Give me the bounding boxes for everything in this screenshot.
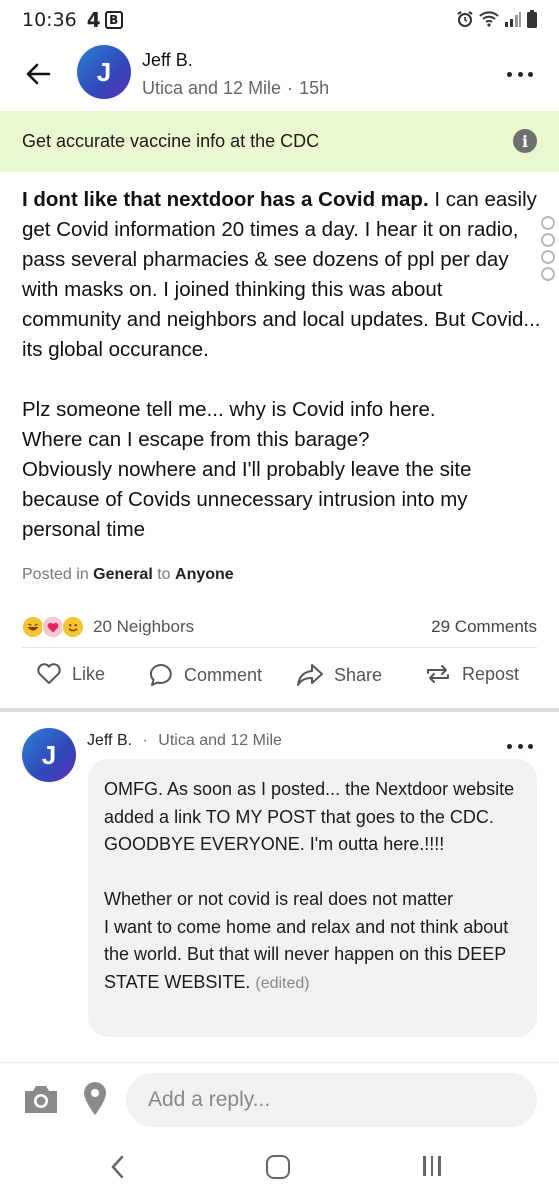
post-category[interactable]: General bbox=[93, 566, 153, 583]
comment-item: J Jeff B. · Utica and 12 Mile OMFG. As s… bbox=[0, 712, 559, 1062]
alarm-icon bbox=[457, 11, 473, 27]
post-lead: I dont like that nextdoor has a Covid ma… bbox=[22, 188, 429, 211]
handle-dot-icon bbox=[541, 216, 555, 230]
location-pin-icon bbox=[84, 1082, 106, 1115]
comment-more-button[interactable] bbox=[507, 742, 533, 750]
author-name[interactable]: Jeff B. bbox=[142, 50, 193, 71]
meta-separator: · bbox=[287, 78, 294, 98]
like-label: Like bbox=[72, 663, 106, 684]
handle-dot-icon bbox=[541, 250, 555, 264]
repost-button[interactable]: Repost bbox=[424, 662, 519, 686]
neighborhood[interactable]: Utica and 12 Mile bbox=[142, 78, 281, 98]
side-handle[interactable] bbox=[541, 216, 555, 281]
post-paragraph-3: Where can I escape from this barage? bbox=[22, 428, 370, 451]
heart-emoji-icon bbox=[42, 616, 64, 638]
comment-neighborhood[interactable]: Utica and 12 Mile bbox=[158, 732, 282, 749]
notification-app-icon: B bbox=[104, 11, 123, 29]
comment-author[interactable]: Jeff B. bbox=[87, 732, 132, 749]
more-dot-icon bbox=[528, 743, 533, 749]
laugh-emoji-icon bbox=[22, 616, 44, 638]
back-button[interactable] bbox=[22, 58, 54, 90]
share-arrow-icon bbox=[297, 664, 323, 686]
notification-count: 4 bbox=[86, 8, 101, 32]
post-header: J Jeff B. Utica and 12 Mile · 15h bbox=[0, 40, 559, 110]
more-dot-icon bbox=[528, 71, 533, 77]
nav-home-button[interactable] bbox=[266, 1155, 290, 1179]
battery-icon bbox=[527, 10, 537, 28]
share-button[interactable]: Share bbox=[296, 662, 382, 688]
handle-dot-icon bbox=[541, 233, 555, 247]
posted-in: Posted in General to Anyone bbox=[22, 566, 234, 583]
reply-composer bbox=[0, 1062, 559, 1138]
nav-recents-button[interactable] bbox=[423, 1156, 441, 1176]
heart-icon bbox=[37, 663, 61, 684]
comment-bubble[interactable]: OMFG. As soon as I posted... the Nextdoo… bbox=[88, 759, 537, 1037]
cdc-banner[interactable]: Get accurate vaccine info at the CDC i bbox=[0, 111, 559, 172]
recents-bar-icon bbox=[430, 1156, 433, 1176]
more-dot-icon bbox=[507, 743, 512, 749]
camera-icon bbox=[25, 1086, 57, 1113]
camera-button[interactable] bbox=[22, 1083, 60, 1120]
comment-separator: · bbox=[142, 732, 148, 749]
post-paragraph-1: I dont like that nextdoor has a Covid ma… bbox=[22, 185, 542, 365]
comment-label: Comment bbox=[184, 664, 263, 685]
more-dot-icon bbox=[517, 743, 523, 749]
author-avatar[interactable]: J bbox=[77, 45, 131, 99]
nav-back-button[interactable] bbox=[110, 1154, 126, 1185]
post-audience[interactable]: Anyone bbox=[175, 566, 234, 583]
recents-bar-icon bbox=[423, 1156, 426, 1176]
location-button[interactable] bbox=[82, 1081, 108, 1122]
comment-avatar[interactable]: J bbox=[22, 728, 76, 782]
status-time: 10:36 bbox=[22, 9, 77, 31]
share-label: Share bbox=[334, 664, 383, 685]
post-actions: Like Comment Share Repost bbox=[0, 656, 559, 700]
status-icons bbox=[456, 10, 537, 28]
post-paragraph-2: Plz someone tell me... why is Covid info… bbox=[22, 398, 436, 421]
wifi-icon bbox=[479, 11, 499, 27]
system-nav-bar bbox=[0, 1140, 559, 1200]
smile-emoji-icon bbox=[62, 616, 84, 638]
reply-input[interactable] bbox=[126, 1073, 537, 1127]
engagement-row: 20 Neighbors 29 Comments bbox=[22, 612, 537, 642]
signal-icon bbox=[505, 12, 521, 27]
more-dot-icon bbox=[517, 71, 523, 77]
post-age: 15h bbox=[299, 78, 330, 98]
author-meta: Utica and 12 Mile · 15h bbox=[142, 78, 329, 99]
post-body: I dont like that nextdoor has a Covid ma… bbox=[22, 185, 542, 545]
status-bar: 10:36 4 B bbox=[0, 0, 559, 40]
comment-line-1: OMFG. As soon as I posted... the Nextdoo… bbox=[104, 779, 515, 827]
more-dot-icon bbox=[507, 71, 512, 77]
reaction-count[interactable]: 20 Neighbors bbox=[93, 617, 194, 637]
repost-label: Repost bbox=[462, 663, 520, 684]
more-options-button[interactable] bbox=[507, 64, 533, 84]
comment-count[interactable]: 29 Comments bbox=[431, 617, 537, 637]
repost-icon bbox=[427, 665, 449, 683]
post-text-1: I can easily get Covid information 20 ti… bbox=[22, 188, 541, 361]
banner-text: Get accurate vaccine info at the CDC bbox=[22, 131, 320, 151]
divider bbox=[22, 647, 537, 648]
info-icon[interactable]: i bbox=[513, 129, 537, 153]
edited-label: (edited) bbox=[255, 974, 310, 992]
comment-line-3: Whether or not covid is real does not ma… bbox=[104, 889, 454, 909]
chevron-left-icon bbox=[111, 1155, 124, 1179]
post-paragraph-4: Obviously nowhere and I'll probably leav… bbox=[22, 458, 472, 541]
comment-button[interactable]: Comment bbox=[148, 662, 262, 688]
arrow-left-icon bbox=[26, 63, 51, 85]
comment-line-2: GOODBYE EVERYONE. I'm outta here.!!!! bbox=[104, 834, 445, 854]
like-button[interactable]: Like bbox=[36, 662, 105, 686]
reaction-emojis[interactable] bbox=[22, 614, 88, 640]
handle-dot-icon bbox=[541, 267, 555, 281]
comment-line-4: I want to come home and relax and not th… bbox=[104, 916, 509, 992]
comment-bubble-icon bbox=[149, 663, 172, 686]
recents-bar-icon bbox=[438, 1156, 441, 1176]
comment-header: Jeff B. · Utica and 12 Mile bbox=[87, 732, 282, 750]
